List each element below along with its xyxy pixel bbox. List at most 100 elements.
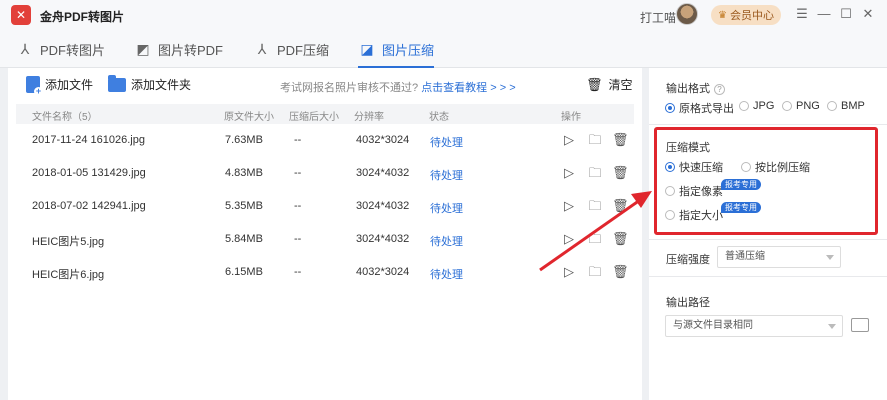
table-row[interactable]: 2018-01-05 131429.jpg 4.83MB -- 3024*403… [16, 157, 634, 190]
browse-folder-icon[interactable] [851, 318, 869, 332]
ratio-compress-radio[interactable]: 按比例压缩 [741, 159, 810, 175]
minimize-icon[interactable]: — [816, 6, 832, 22]
original-size: 7.63MB [225, 134, 263, 146]
add-folder-button[interactable]: 添加文件夹 [108, 74, 192, 93]
header-compressed-size: 压缩后大小 [289, 112, 339, 123]
tab-label: PDF压缩 [277, 42, 330, 58]
tutorial-hint: 考试网报名照片审核不通过? 点击查看教程 > > > [280, 79, 516, 95]
delete-icon[interactable]: 🗑 [612, 264, 629, 280]
radio-dot [782, 101, 792, 111]
resolution: 4032*3024 [356, 266, 410, 278]
pdf-to-image-icon: ⅄ [20, 40, 30, 57]
play-icon[interactable]: ▷ [561, 264, 577, 280]
play-icon[interactable]: ▷ [561, 165, 577, 181]
add-file-button[interactable]: 添加文件 [26, 76, 93, 96]
compressed-size: -- [294, 266, 302, 278]
table-row[interactable]: 2017-11-24 161026.jpg 7.63MB -- 4032*302… [16, 124, 634, 157]
exam-badge: 报考专用 [721, 179, 761, 190]
open-folder-icon[interactable]: 🗀 [587, 165, 603, 181]
tutorial-link[interactable]: 点击查看教程 > > > [421, 82, 515, 94]
file-name: 2018-01-05 131429.jpg [32, 167, 146, 179]
radio-label: 指定大小 [679, 210, 723, 222]
open-folder-icon[interactable]: 🗀 [587, 132, 603, 148]
header-actions: 操作 [561, 112, 581, 123]
help-icon[interactable]: ? [714, 84, 725, 95]
radio-label: BMP [841, 100, 865, 112]
open-folder-icon[interactable]: 🗀 [587, 264, 603, 280]
tab-image-to-pdf[interactable]: ◩ 图片转PDF [134, 30, 223, 68]
menu-icon[interactable]: ☰ [794, 6, 810, 22]
format-bmp-radio[interactable]: BMP [827, 100, 865, 112]
radio-dot [739, 101, 749, 111]
file-name: HEIC图片5.jpg [32, 236, 105, 248]
delete-icon[interactable]: 🗑 [612, 198, 629, 214]
play-icon[interactable]: ▷ [561, 231, 577, 247]
radio-dot [827, 101, 837, 111]
tab-image-compress[interactable]: ◪ 图片压缩 [358, 30, 435, 68]
radio-label: JPG [753, 100, 775, 112]
output-path-select[interactable]: 与源文件目录相同 [665, 315, 843, 337]
header-status: 状态 [429, 112, 449, 123]
tab-label: 图片转PDF [158, 42, 224, 58]
format-png-radio[interactable]: PNG [782, 100, 820, 112]
radio-dot [741, 162, 751, 172]
clear-button[interactable]: 🗑 清空 [586, 76, 633, 93]
tab-pdf-to-image[interactable]: ⅄ PDF转图片 [16, 30, 105, 68]
delete-icon[interactable]: 🗑 [612, 165, 629, 181]
table-row[interactable]: HEIC图片5.jpg 5.84MB -- 3024*4032 待处理 ▷ 🗀 … [16, 223, 634, 256]
vip-center-label: 会员中心 [729, 10, 774, 22]
hint-text: 考试网报名照片审核不通过? [280, 82, 419, 94]
add-folder-label: 添加文件夹 [131, 78, 192, 92]
radio-label: 按比例压缩 [755, 162, 810, 174]
radio-dot [665, 186, 675, 196]
maximize-icon[interactable]: ☐ [838, 6, 854, 22]
fixed-size-radio[interactable]: 指定大小 [665, 207, 723, 223]
delete-icon[interactable]: 🗑 [612, 132, 629, 148]
avatar[interactable] [676, 3, 698, 25]
play-icon[interactable]: ▷ [561, 198, 577, 214]
status-text: 待处理 [430, 203, 463, 215]
title-bar: ✕ 金舟PDF转图片 打工喵 ♛ 会员中心 ☰ — ☐ ✕ [0, 0, 887, 30]
chevron-down-icon [828, 324, 836, 329]
compress-strength-select[interactable]: 普通压缩 [717, 246, 841, 268]
compressed-size: -- [294, 167, 302, 179]
compressed-size: -- [294, 200, 302, 212]
radio-label: 原格式导出 [679, 103, 734, 115]
radio-dot [665, 103, 675, 113]
format-original-radio[interactable]: 原格式导出 [665, 100, 734, 116]
compressed-size: -- [294, 134, 302, 146]
file-name: HEIC图片6.jpg [32, 269, 105, 281]
original-size: 6.15MB [225, 266, 263, 278]
quick-compress-radio[interactable]: 快速压缩 [665, 159, 723, 175]
format-jpg-radio[interactable]: JPG [739, 100, 774, 112]
divider [649, 239, 887, 240]
open-folder-icon[interactable]: 🗀 [587, 198, 603, 214]
app-logo-icon: ✕ [11, 5, 31, 25]
output-format-label: 输出格式 [666, 83, 710, 95]
play-icon[interactable]: ▷ [561, 132, 577, 148]
clear-label: 清空 [608, 78, 633, 92]
table-row[interactable]: 2018-07-02 142941.jpg 5.35MB -- 3024*403… [16, 190, 634, 223]
status-text: 待处理 [430, 170, 463, 182]
compress-mode-title: 压缩模式 [666, 142, 710, 154]
original-size: 5.35MB [225, 200, 263, 212]
radio-label: 快速压缩 [679, 162, 723, 174]
close-icon[interactable]: ✕ [860, 6, 876, 22]
file-panel: 添加文件 添加文件夹 考试网报名照片审核不通过? 点击查看教程 > > > 🗑 … [8, 68, 642, 400]
delete-icon[interactable]: 🗑 [612, 231, 629, 247]
status-text: 待处理 [430, 269, 463, 281]
tab-label: 图片压缩 [382, 42, 435, 58]
vip-center-button[interactable]: ♛ 会员中心 [711, 5, 781, 25]
user-name[interactable]: 打工喵 [640, 9, 676, 26]
fixed-pixel-radio[interactable]: 指定像素 [665, 183, 723, 199]
header-resolution: 分辨率 [354, 112, 384, 123]
image-to-pdf-icon: ◩ [136, 40, 150, 57]
function-tabs: ⅄ PDF转图片 ◩ 图片转PDF ⅄ PDF压缩 ◪ 图片压缩 [0, 30, 887, 68]
table-row[interactable]: HEIC图片6.jpg 6.15MB -- 4032*3024 待处理 ▷ 🗀 … [16, 256, 634, 289]
open-folder-icon[interactable]: 🗀 [587, 231, 603, 247]
radio-dot [665, 210, 675, 220]
settings-panel: 输出格式? 原格式导出 JPG PNG BMP 压缩模式 快速压缩 按比例压缩 … [649, 68, 887, 400]
exam-badge: 报考专用 [721, 202, 761, 213]
file-toolbar: 添加文件 添加文件夹 考试网报名照片审核不通过? 点击查看教程 > > > 🗑 … [8, 68, 642, 102]
tab-pdf-compress[interactable]: ⅄ PDF压缩 [253, 30, 329, 68]
